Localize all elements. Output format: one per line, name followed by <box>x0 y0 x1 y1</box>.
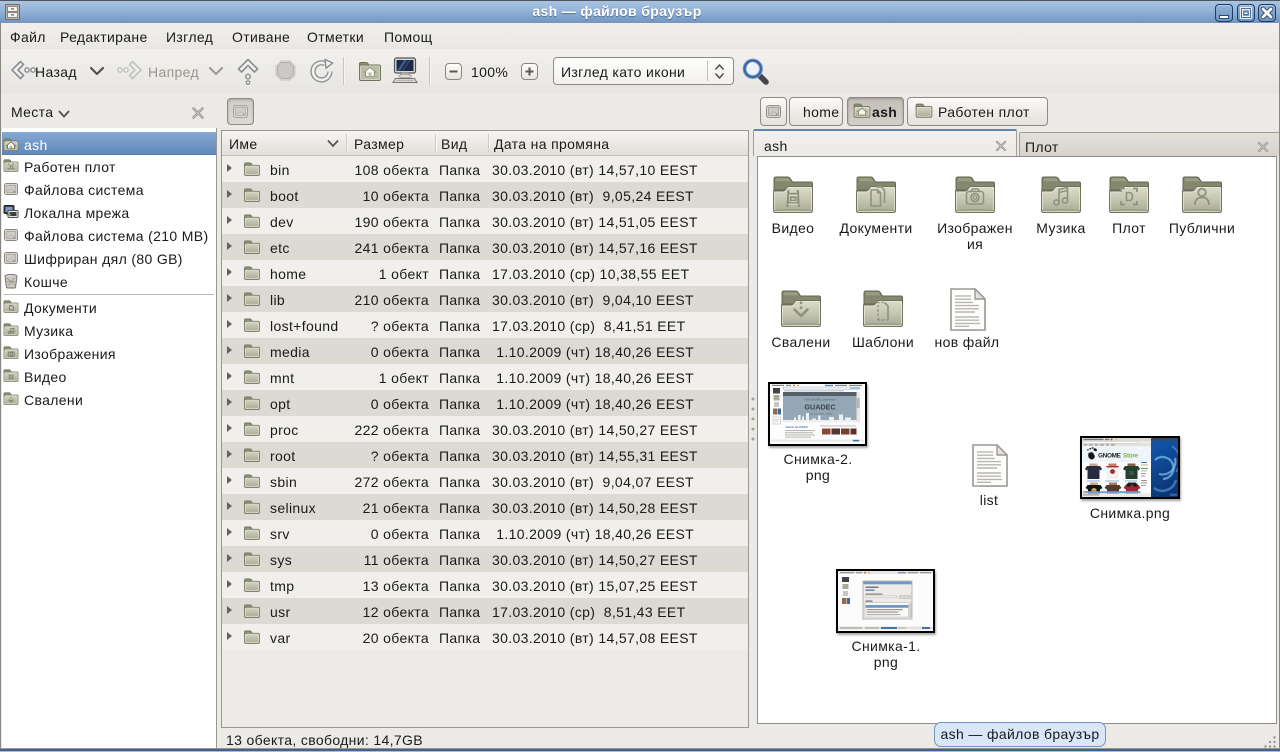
svg-text:GUADEC: GUADEC <box>804 403 835 412</box>
svg-text:GNOME: GNOME <box>1098 453 1122 460</box>
svg-text:About GUADEC: About GUADEC <box>786 425 809 429</box>
svg-text:The GNOME conference: The GNOME conference <box>805 398 836 402</box>
svg-text:Store: Store <box>1123 453 1139 460</box>
svg-text:July 24-30th, 2010: July 24-30th, 2010 <box>808 412 833 416</box>
